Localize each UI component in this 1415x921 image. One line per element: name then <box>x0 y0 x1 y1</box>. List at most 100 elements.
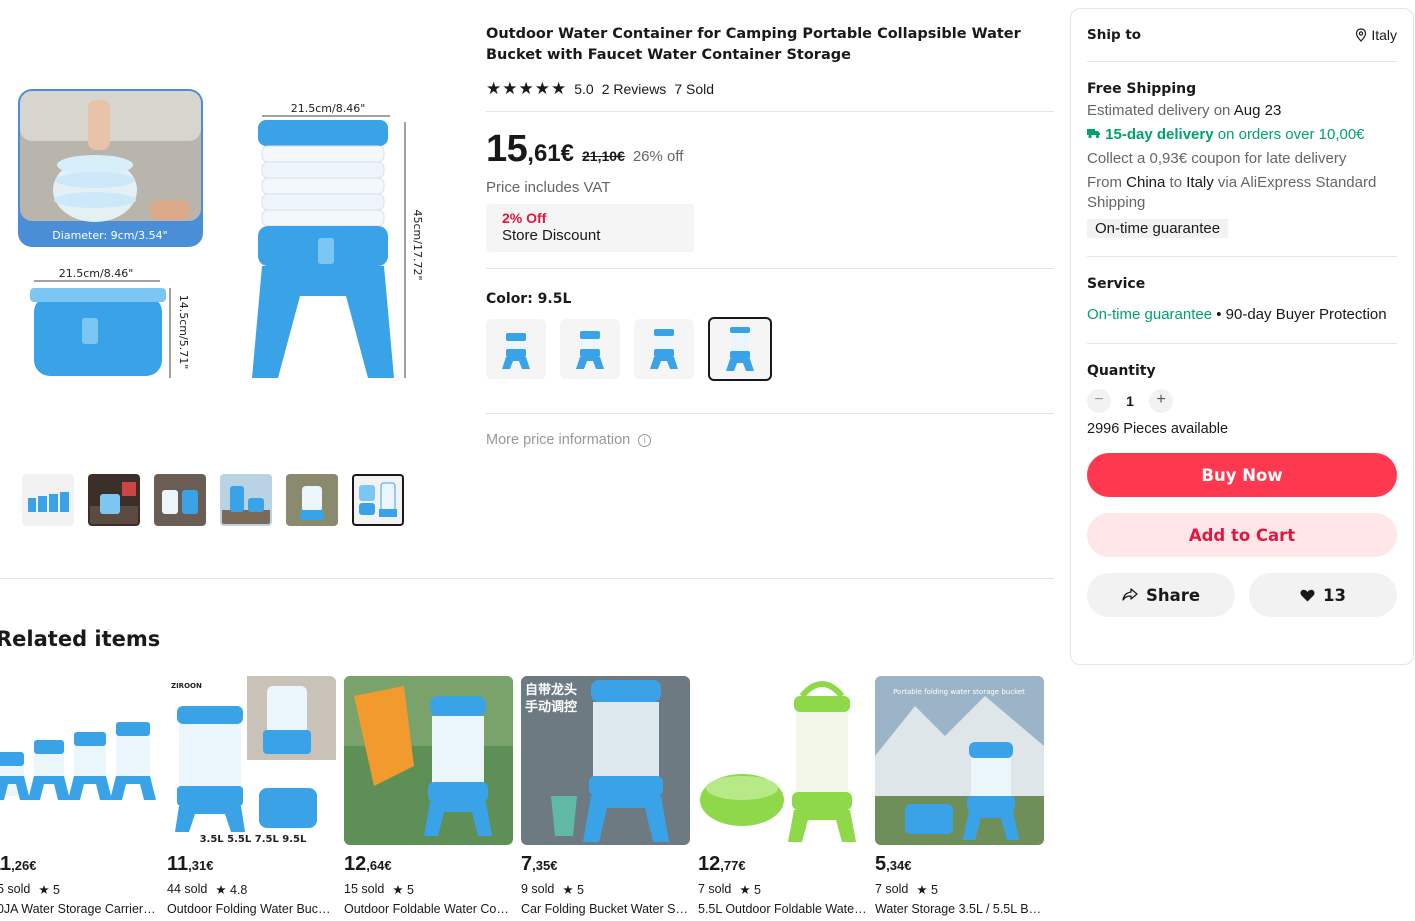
sold-count: 7 Sold <box>674 80 715 97</box>
related-item-name: Car Folding Bucket Water Storage <box>521 902 690 916</box>
wishlist-button[interactable]: 13 <box>1249 573 1397 617</box>
related-item-image <box>344 676 513 845</box>
related-item-image: 自带龙头 手动调控 <box>521 676 690 845</box>
related-item-meta: 7 sold ★ 5 <box>875 882 938 897</box>
scenery-caption: Portable folding water storage bucket <box>893 688 1025 696</box>
color-swatches <box>486 317 1054 381</box>
gallery-thumb-4[interactable] <box>220 474 272 526</box>
color-swatch-5-5l[interactable] <box>560 319 620 379</box>
color-swatch-9-5l[interactable] <box>708 317 772 381</box>
related-item-meta: 7 sold ★ 5 <box>698 882 761 897</box>
star-rating: ★ ★ ★ ★ ★ <box>486 80 566 97</box>
related-items-list: 11,26€ 45 sold★ 5 50JA Water Storage Car… <box>0 676 1044 916</box>
more-price-label: More price information <box>486 432 631 448</box>
purchase-panel: Ship to Italy Free Shipping Estimated de… <box>1070 8 1414 665</box>
gallery-thumbnails <box>22 474 404 526</box>
store-discount-percent: 2% Off <box>502 210 547 226</box>
rating-value: 5.0 <box>574 80 594 97</box>
vat-note: Price includes VAT <box>486 179 611 196</box>
add-to-cart-button[interactable]: Add to Cart <box>1087 513 1397 557</box>
truck-icon <box>1087 129 1100 139</box>
more-price-info[interactable]: More price information i <box>486 432 1054 448</box>
product-main-image[interactable]: Diameter: 9cm/3.54" 21.5cm/8.46" 14.5cm/… <box>0 60 440 460</box>
related-item-meta: 15 sold ★ 5 <box>344 882 414 897</box>
ship-to-row[interactable]: Ship to Italy <box>1087 9 1397 62</box>
divider <box>486 111 1054 112</box>
estimated-delivery: Estimated delivery on Aug 23 <box>1087 102 1282 119</box>
heart-icon <box>1300 589 1315 601</box>
related-item-price: 5,34€ <box>875 853 912 875</box>
related-item-image: Portable folding water storage bucket <box>875 676 1044 845</box>
height-label-large: 45cm/17.72" <box>411 209 424 280</box>
color-swatch-3-5l[interactable] <box>486 319 546 379</box>
discount-percent: 26% off <box>632 148 684 165</box>
width-label-large: 21.5cm/8.46" <box>291 102 366 115</box>
product-collage-image: Diameter: 9cm/3.54" 21.5cm/8.46" 14.5cm/… <box>18 89 424 378</box>
related-item-price: 11,26€ <box>0 853 37 875</box>
buy-now-button[interactable]: Buy Now <box>1087 453 1397 497</box>
sizes-caption: 3.5L 5.5L 7.5L 9.5L <box>200 834 307 845</box>
quantity-increase-button[interactable]: + <box>1149 389 1173 413</box>
divider <box>486 413 1054 414</box>
related-item-meta: 44 sold ★ 4.8 <box>167 882 248 897</box>
related-item-price: 11,31€ <box>167 853 214 875</box>
divider <box>486 268 1054 269</box>
shipping-route: From China to Italy via AliExpress Stand… <box>1087 174 1377 211</box>
quantity-decrease-button[interactable]: − <box>1087 389 1111 413</box>
ship-to-country: Italy <box>1371 27 1397 43</box>
service-section: Service On-time guarantee • 90-day Buyer… <box>1087 257 1397 344</box>
gallery-thumb-6[interactable] <box>352 474 404 526</box>
related-item-card[interactable]: ZIROON 3.5L 5.5L 7.5L 9.5L 11,31€ 44 sol… <box>167 676 336 916</box>
related-item-price: 7,35€ <box>521 853 558 875</box>
ship-to-label: Ship to <box>1087 27 1142 43</box>
gallery-thumb-1[interactable] <box>22 474 74 526</box>
related-item-name: Outdoor Foldable Water Container <box>344 902 513 916</box>
product-info: Outdoor Water Container for Camping Port… <box>486 24 1054 448</box>
related-item-meta: 45 sold★ 5 <box>0 882 60 897</box>
gallery-thumb-2[interactable] <box>88 474 140 526</box>
quantity-stepper: − 1 + <box>1087 389 1397 413</box>
diameter-caption: Diameter: 9cm/3.54" <box>52 229 167 242</box>
height-label-small: 14.5cm/5.71" <box>177 295 190 370</box>
related-item-image: ZIROON 3.5L 5.5L 7.5L 9.5L <box>167 676 336 845</box>
related-item-name: 5.5L Outdoor Foldable Water Bucket <box>698 902 867 916</box>
rating-row: ★ ★ ★ ★ ★ 5.0 2 Reviews 7 Sold <box>486 80 1054 97</box>
related-item-name: Water Storage 3.5L / 5.5L Bucket <box>875 902 1044 916</box>
star-icon: ★ <box>502 79 518 98</box>
info-icon[interactable]: i <box>638 433 652 447</box>
coupon-note: Collect a 0,93€ coupon for late delivery <box>1087 150 1347 167</box>
star-icon: ★ <box>486 79 502 98</box>
star-icon: ★ <box>534 79 550 98</box>
related-item-image <box>698 676 867 845</box>
secondary-actions: Share 13 <box>1087 573 1397 617</box>
related-item-card[interactable]: 12,77€ 7 sold ★ 5 5.5L Outdoor Foldable W… <box>698 676 867 916</box>
related-item-card[interactable]: 11,26€ 45 sold★ 5 50JA Water Storage Car… <box>0 676 159 916</box>
reviews-link[interactable]: 2 Reviews <box>602 81 667 97</box>
service-text[interactable]: On-time guarantee • 90-day Buyer Protect… <box>1087 304 1397 326</box>
width-label-small: 21.5cm/8.46" <box>59 267 134 280</box>
color-swatch-7-5l[interactable] <box>634 319 694 379</box>
feature-caption-cn: 自带龙头 <box>525 682 577 698</box>
gallery-thumb-3[interactable] <box>154 474 206 526</box>
quantity-section: Quantity − 1 + 2996 Pieces available Buy… <box>1087 344 1397 617</box>
quantity-value[interactable]: 1 <box>1125 393 1135 409</box>
ship-to-location[interactable]: Italy <box>1355 27 1397 43</box>
share-button[interactable]: Share <box>1087 573 1235 617</box>
related-item-card[interactable]: 自带龙头 手动调控 7,35€ 9 sold ★ 5 Car Folding Bu… <box>521 676 690 916</box>
related-item-card[interactable]: 12,64€ 15 sold ★ 5 Outdoor Foldable Water… <box>344 676 513 916</box>
related-item-card[interactable]: Portable folding water storage bucket 5,… <box>875 676 1044 916</box>
star-icon: ★ <box>518 79 534 98</box>
location-pin-icon <box>1356 28 1367 42</box>
original-price: 21,10€ <box>582 148 625 164</box>
related-item-price: 12,64€ <box>344 853 392 875</box>
related-item-image <box>0 676 159 845</box>
store-discount-badge[interactable]: 2% Off Store Discount <box>486 204 694 252</box>
fast-delivery: 15-day delivery on orders over 10,00€ <box>1087 125 1397 145</box>
service-title: Service <box>1087 276 1146 292</box>
price-integer: 15 <box>486 128 528 170</box>
gallery-thumb-5[interactable] <box>286 474 338 526</box>
price-row: 15 ,61€ 21,10€ 26% off <box>486 128 1054 171</box>
related-items-title: Related items <box>0 627 161 651</box>
star-icon: ★ <box>551 79 567 98</box>
related-item-meta: 9 sold ★ 5 <box>521 882 584 897</box>
